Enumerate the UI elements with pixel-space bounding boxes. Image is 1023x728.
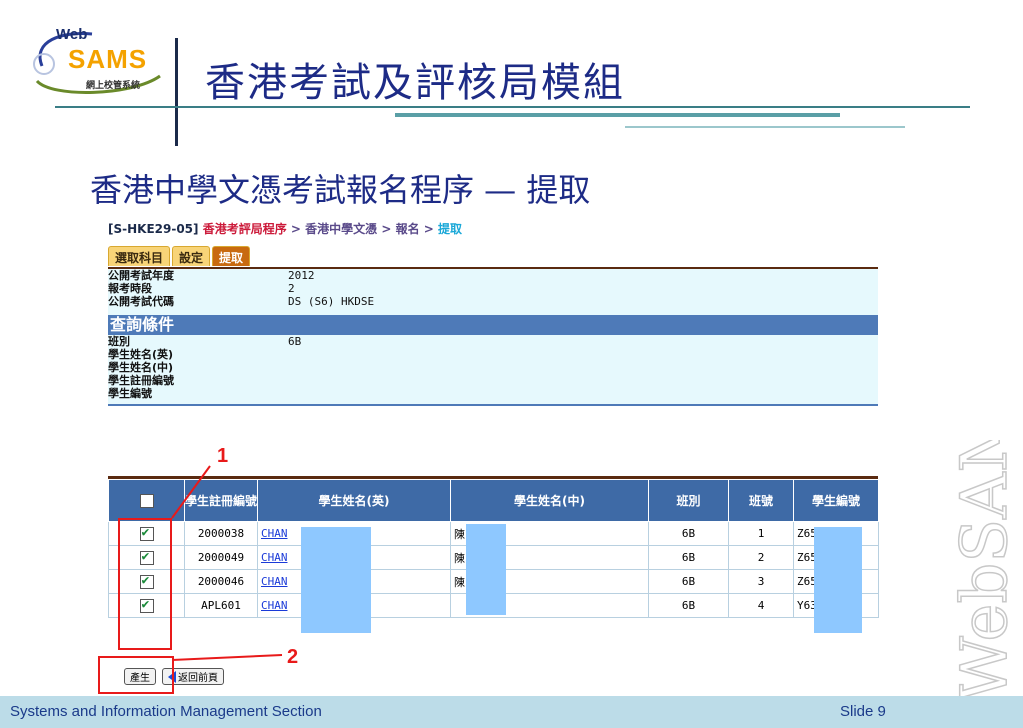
watermark-text: WebSAMS: [948, 440, 1022, 702]
websams-watermark: WebSAMS: [948, 440, 1023, 703]
annotation-box-checkboxes: [118, 518, 172, 650]
footer-org: Systems and Information Management Secti…: [10, 703, 322, 720]
annotation-marker-1: 1: [217, 445, 229, 467]
annotation-marker-2: 2: [287, 646, 299, 668]
slide-number: Slide 9: [840, 703, 886, 720]
footer-bar: Systems and Information Management Secti…: [0, 696, 1023, 728]
annotation-box-generate: [98, 656, 174, 694]
